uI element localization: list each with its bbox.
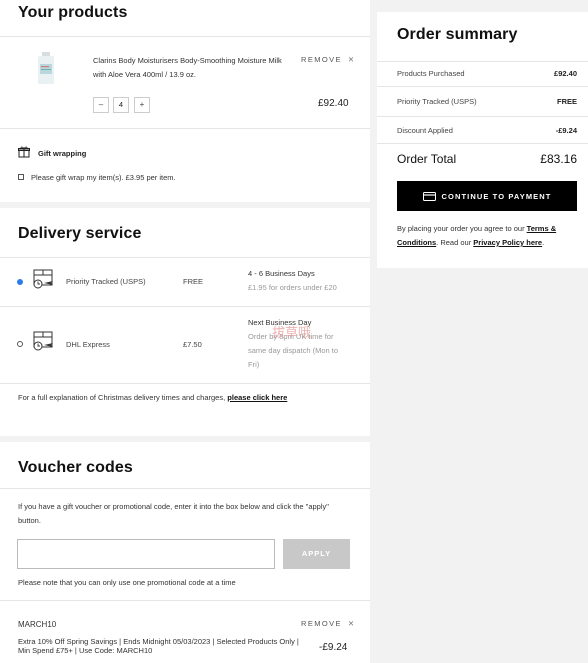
delivery-explanation: For a full explanation of Christmas deli…	[18, 393, 287, 402]
delivery-title: Delivery service	[18, 225, 142, 242]
divider	[0, 128, 370, 129]
continue-to-payment-label: CONTINUE TO PAYMENT	[441, 191, 552, 201]
gift-wrap-checkbox[interactable]	[18, 174, 24, 180]
divider	[377, 116, 588, 117]
close-icon: ✕	[347, 619, 355, 628]
watermark: 拔草哦	[272, 325, 312, 340]
voucher-title: Voucher codes	[18, 459, 133, 476]
voucher-code-input[interactable]	[17, 539, 275, 569]
divider	[377, 86, 588, 87]
delivery-explanation-text: For a full explanation of Christmas deli…	[18, 393, 226, 402]
gift-wrapping-title: Gift wrapping	[38, 149, 87, 158]
quantity-field[interactable]: 4	[113, 97, 129, 113]
delivery-section: Delivery service Priority Tracked (USPS)…	[0, 208, 370, 436]
delivery-info-link[interactable]: please click here	[227, 393, 287, 402]
delivery-option-name[interactable]: DHL Express	[66, 340, 110, 349]
order-summary-panel: Order summary Products Purchased £92.40 …	[377, 12, 588, 268]
delivery-option-dhl-radio[interactable]	[17, 341, 23, 347]
summary-row-value: -£9.24	[555, 126, 577, 135]
applied-voucher-code: MARCH10	[18, 620, 57, 629]
delivery-option-note: £1.95 for orders under £20	[248, 283, 337, 292]
divider	[0, 488, 370, 489]
product-image[interactable]	[33, 52, 59, 84]
products-title: Your products	[18, 4, 128, 21]
quantity-increment-button[interactable]: +	[134, 97, 150, 113]
remove-label: REMOVE	[301, 55, 342, 64]
summary-row-label: Products Purchased	[397, 69, 465, 78]
voucher-section: Voucher codes If you have a gift voucher…	[0, 442, 370, 663]
delivery-option-name[interactable]: Priority Tracked (USPS)	[66, 277, 146, 286]
summary-row-label: Priority Tracked (USPS)	[397, 97, 477, 106]
remove-product-button[interactable]: REMOVE ✕	[301, 55, 354, 64]
credit-card-icon	[422, 191, 436, 201]
gift-icon	[18, 146, 30, 158]
terms-end: .	[542, 238, 545, 247]
close-icon: ✕	[347, 55, 355, 64]
divider	[0, 600, 370, 601]
applied-voucher-description: Extra 10% Off Spring Savings | Ends Midn…	[18, 637, 299, 655]
shipping-box-plane-icon	[33, 269, 53, 289]
divider	[0, 36, 370, 37]
voucher-note: Please note that you can only use one pr…	[18, 578, 236, 587]
summary-row-value: £92.40	[554, 69, 577, 78]
remove-voucher-button[interactable]: REMOVE ✕	[301, 619, 354, 628]
gift-wrap-label[interactable]: Please gift wrap my item(s). £3.95 per i…	[31, 173, 176, 182]
divider	[377, 143, 588, 144]
divider	[0, 383, 370, 384]
voucher-intro: If you have a gift voucher or promotiona…	[18, 502, 329, 525]
apply-voucher-button[interactable]: APPLY	[283, 539, 350, 569]
terms-mid: . Read our	[436, 238, 472, 247]
delivery-option-priority-radio[interactable]	[17, 279, 23, 285]
divider	[377, 61, 588, 62]
order-total-label: Order Total	[397, 152, 457, 166]
delivery-option-price: FREE	[183, 277, 204, 286]
product-name[interactable]: Clarins Body Moisturisers Body-Smoothing…	[93, 54, 293, 82]
applied-voucher-amount: -£9.24	[319, 642, 348, 653]
summary-row-value: FREE	[556, 97, 577, 106]
order-total-value: £83.16	[540, 152, 577, 166]
summary-row-label: Discount Applied	[397, 126, 453, 135]
shipping-box-plane-icon	[33, 331, 53, 351]
terms-text: By placing your order you agree to our T…	[397, 222, 577, 250]
divider	[0, 257, 370, 258]
remove-label: REMOVE	[301, 619, 342, 628]
order-summary-title: Order summary	[397, 26, 518, 43]
privacy-policy-link[interactable]: Privacy Policy here	[473, 238, 542, 247]
terms-prefix: By placing your order you agree to our	[397, 224, 525, 233]
continue-to-payment-button[interactable]: CONTINUE TO PAYMENT	[397, 181, 577, 211]
delivery-option-price: £7.50	[183, 340, 202, 349]
divider	[0, 306, 370, 307]
products-section: Your products Clarins Body Moisturisers …	[0, 0, 370, 202]
product-price: £92.40	[318, 98, 349, 109]
delivery-option-days: 4 - 6 Business Days	[248, 269, 315, 278]
quantity-decrement-button[interactable]: –	[93, 97, 109, 113]
